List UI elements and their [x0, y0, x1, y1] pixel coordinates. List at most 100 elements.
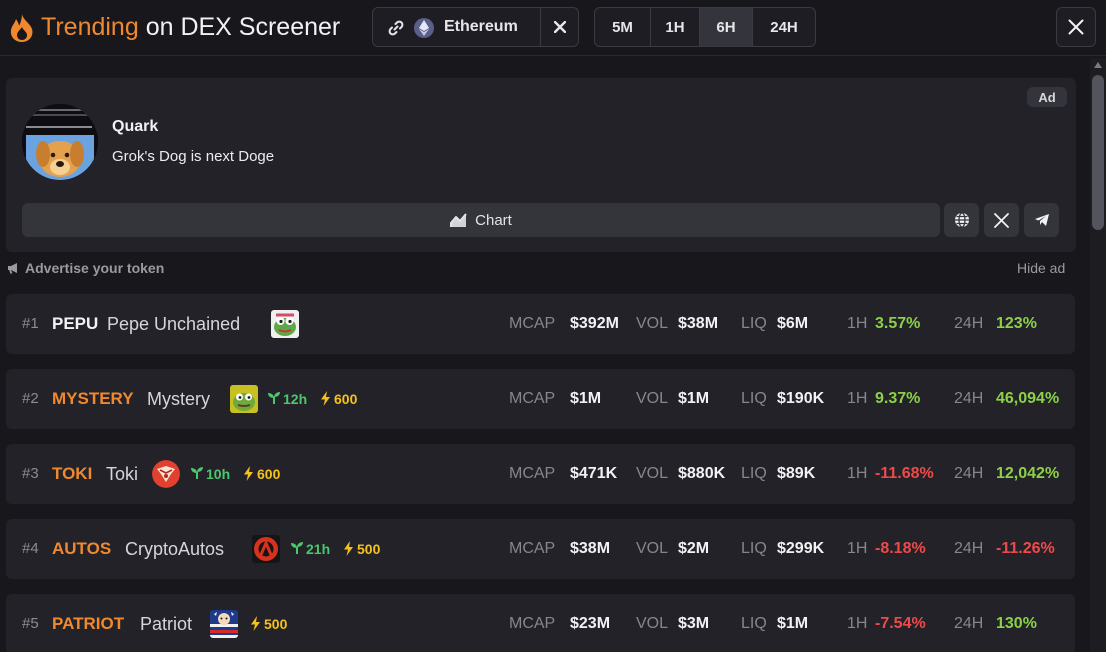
twitter-button[interactable] — [984, 203, 1019, 237]
chain-name: Ethereum — [444, 18, 518, 35]
liq-label: LIQ — [741, 315, 767, 332]
h1-change: -7.54% — [875, 615, 926, 632]
title-rest: on DEX Screener — [145, 13, 341, 41]
h24-label: 24H — [954, 540, 984, 557]
row-symbol: MYSTERY — [52, 389, 134, 408]
mcap-label: MCAP — [509, 615, 556, 632]
boost-count: 500 — [357, 541, 381, 557]
h24-label: 24H — [954, 390, 984, 407]
close-icon — [554, 21, 566, 33]
h1-label: 1H — [847, 540, 868, 557]
vol-label: VOL — [636, 540, 669, 557]
boost-count: 600 — [334, 391, 358, 407]
liq-value: $6M — [777, 315, 809, 332]
mcap-label: MCAP — [509, 315, 556, 332]
bolt-icon — [251, 616, 260, 631]
h1-change: -8.18% — [875, 540, 926, 557]
tab-1h[interactable]: 1H — [651, 8, 700, 46]
row-token-name: Toki — [106, 464, 139, 484]
vol-value: $1M — [678, 390, 710, 407]
hide-ad-link[interactable]: Hide ad — [1017, 260, 1065, 276]
mystery-token-icon — [230, 385, 258, 413]
chain-filter[interactable]: Ethereum — [372, 7, 579, 47]
tab-6h[interactable]: 6H — [700, 8, 753, 46]
h24-change: -11.26% — [996, 540, 1055, 557]
h24-label: 24H — [954, 315, 984, 332]
row-token-name: CryptoAutos — [125, 539, 225, 559]
row-symbol: AUTOS — [52, 539, 112, 558]
mcap-value: $392M — [570, 315, 619, 332]
row-token-name: Patriot — [140, 614, 193, 634]
toki-token-icon — [152, 460, 180, 488]
row-token-name: Pepe Unchained — [107, 314, 241, 334]
mcap-label: MCAP — [509, 540, 556, 557]
megaphone-icon — [8, 263, 17, 274]
mcap-value: $1M — [570, 390, 602, 407]
liq-value: $89K — [777, 465, 816, 482]
chart-button[interactable]: Chart — [22, 203, 940, 237]
autos-token-icon — [252, 535, 280, 563]
table-row[interactable]: #1 PEPU Pepe Unchained MCAP $392M VOL $3… — [6, 294, 1075, 354]
ethereum-icon — [414, 18, 434, 38]
h24-label: 24H — [954, 465, 984, 482]
telegram-button[interactable] — [1024, 203, 1059, 237]
ad-card: Quark Grok's Dog is next Doge Ad Chart — [6, 78, 1076, 252]
row-rank: #4 — [22, 540, 39, 557]
vol-label: VOL — [636, 615, 669, 632]
token-age: 10h — [206, 466, 231, 482]
row-symbol: PATRIOT — [52, 614, 125, 633]
sprout-icon — [291, 542, 303, 554]
ad-avatar[interactable] — [22, 104, 98, 180]
vol-value: $3M — [678, 615, 710, 632]
liq-label: LIQ — [741, 540, 767, 557]
mcap-label: MCAP — [509, 390, 556, 407]
table-row[interactable]: #5 PATRIOT Patriot 500 MCAP $23M VOL $3M… — [6, 594, 1075, 652]
h24-change: 12,042% — [996, 465, 1060, 482]
header: Trending on DEX Screener Ethereum 5M 1H … — [0, 0, 1106, 56]
close-icon — [1068, 19, 1084, 35]
h24-change: 46,094% — [996, 390, 1060, 407]
h24-change: 123% — [996, 315, 1037, 332]
h24-label: 24H — [954, 615, 984, 632]
timeframe-tabs: 5M 1H 6H 24H — [594, 7, 816, 47]
boost-count: 600 — [257, 466, 281, 482]
mcap-value: $471K — [570, 465, 618, 482]
bolt-icon — [344, 541, 353, 556]
ad-badge: Ad — [1027, 87, 1067, 107]
x-logo-icon — [994, 212, 1009, 228]
advertise-link[interactable]: Advertise your token — [7, 260, 164, 276]
telegram-icon — [1034, 214, 1049, 226]
vol-value: $2M — [678, 540, 710, 557]
token-age: 21h — [306, 541, 331, 557]
pepe-token-icon — [271, 310, 299, 338]
website-button[interactable] — [944, 203, 979, 237]
scroll-up-arrow-icon[interactable] — [1094, 62, 1102, 68]
page-title: Trending on DEX Screener — [41, 11, 340, 43]
tab-5m[interactable]: 5M — [595, 8, 651, 46]
tab-24h[interactable]: 24H — [753, 8, 815, 46]
scrollbar-thumb[interactable] — [1092, 75, 1104, 230]
patriot-token-icon — [210, 610, 238, 638]
sprout-icon — [191, 467, 203, 479]
table-row[interactable]: #2 MYSTERY Mystery 12h 600 MCAP $1M VOL … — [6, 369, 1075, 429]
ad-token-name: Quark — [112, 118, 159, 135]
chart-label: Chart — [475, 211, 512, 229]
close-button[interactable] — [1056, 7, 1096, 47]
vol-label: VOL — [636, 465, 669, 482]
token-age: 12h — [283, 391, 308, 407]
advertise-label: Advertise your token — [25, 260, 165, 276]
row-symbol: TOKI — [52, 464, 93, 483]
globe-icon — [954, 212, 969, 228]
bolt-icon — [244, 466, 253, 481]
ad-description: Grok's Dog is next Doge — [112, 148, 275, 165]
vol-value: $38M — [678, 315, 719, 332]
mcap-value: $38M — [570, 540, 611, 557]
row-rank: #2 — [22, 390, 39, 407]
table-row[interactable]: #4 AUTOS CryptoAutos 21h 500 MCAP $38M V… — [6, 519, 1075, 579]
vol-value: $880K — [678, 465, 726, 482]
clear-chain-button[interactable] — [541, 8, 579, 46]
h1-label: 1H — [847, 615, 868, 632]
liq-value: $190K — [777, 390, 825, 407]
title-accent: Trending — [41, 13, 139, 41]
table-row[interactable]: #3 TOKI Toki 10h 600 MCAP $471K VOL $880… — [6, 444, 1075, 504]
